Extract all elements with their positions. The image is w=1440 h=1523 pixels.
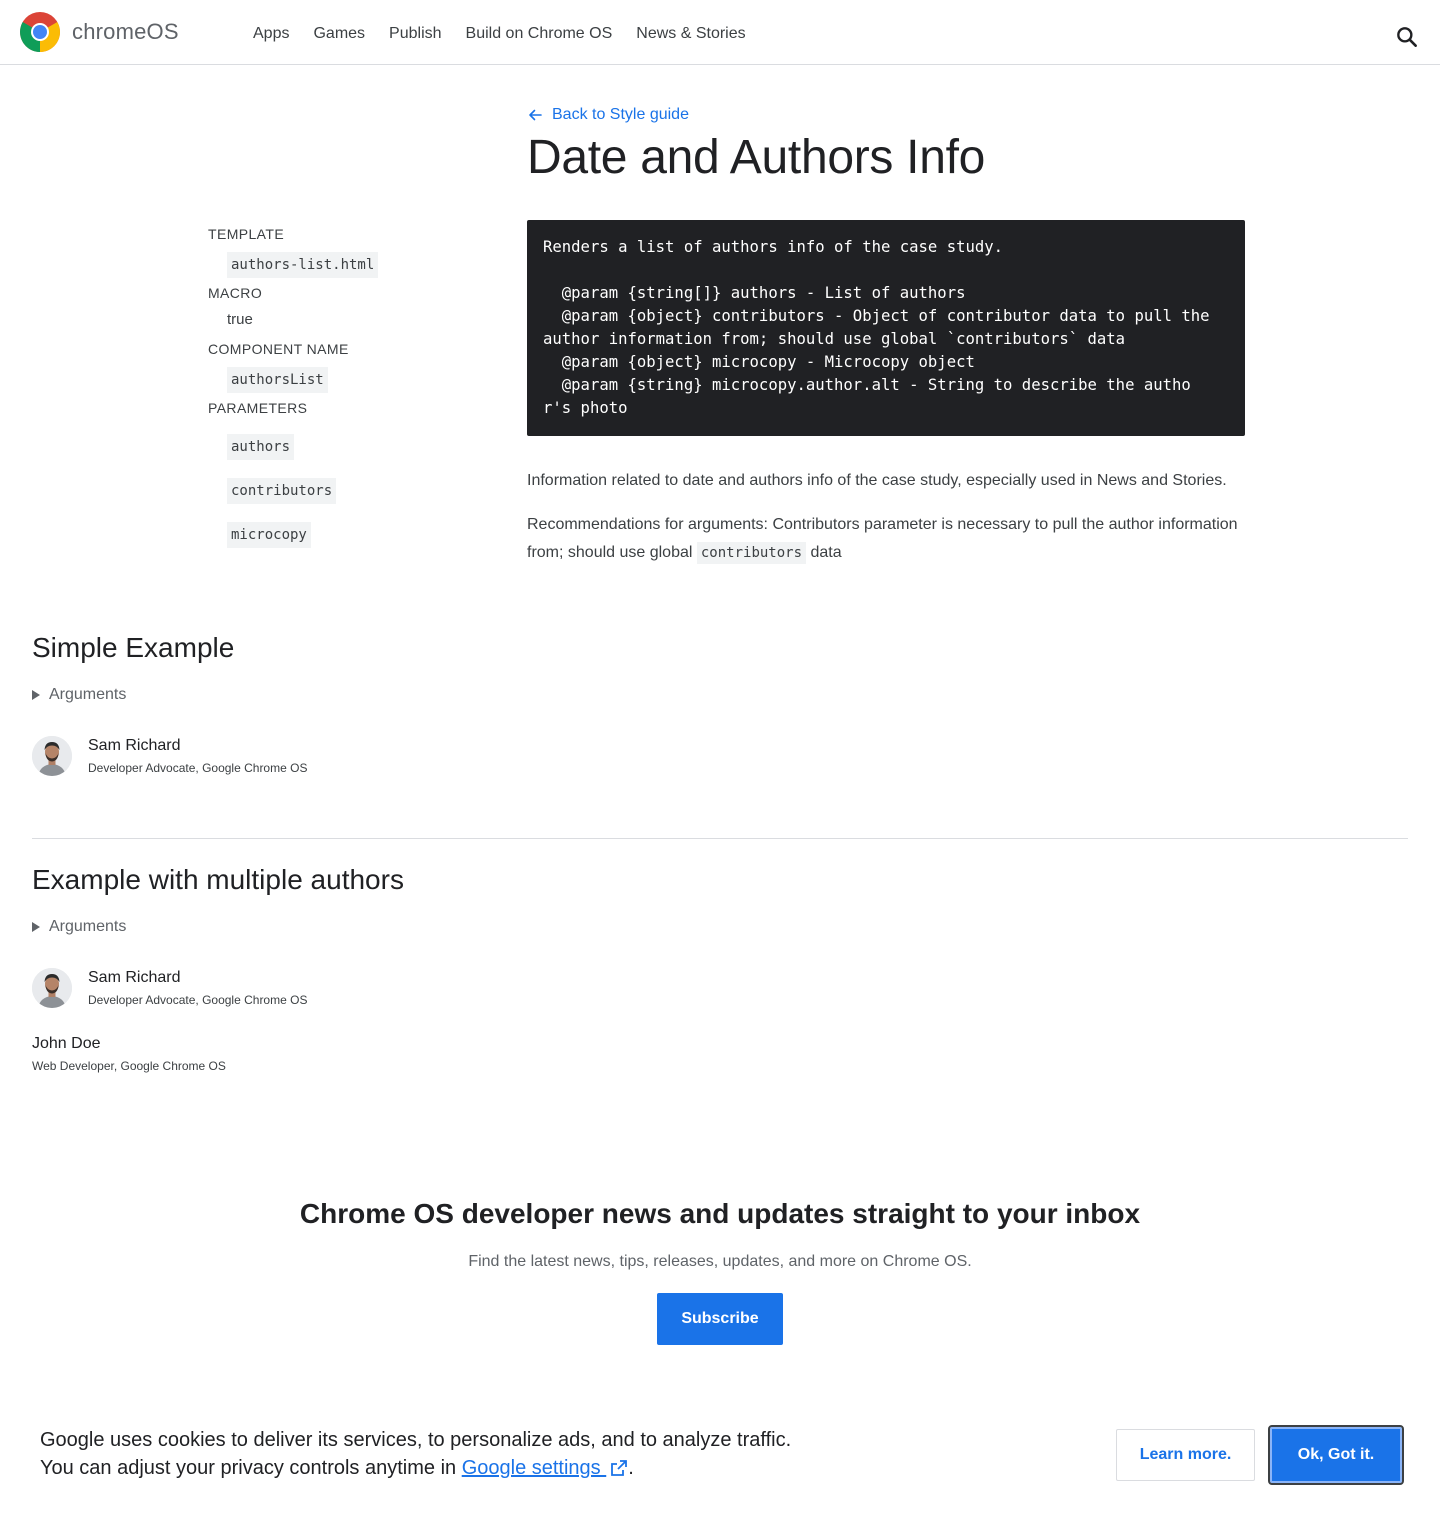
ok-got-it-button[interactable]: Ok, Got it. [1268,1425,1404,1485]
arguments-label: Arguments [49,918,127,935]
parameters-label: PARAMETERS [208,400,308,416]
cookie-notice-period: . [628,1457,634,1479]
component-name-value: authorsList [227,367,328,393]
template-label: TEMPLATE [208,226,285,242]
author-card: John Doe Web Developer, Google Chrome OS [32,1033,226,1075]
author-role: Web Developer, Google Chrome OS [32,1059,226,1073]
author-avatar [32,968,72,1008]
author-avatar [32,736,72,776]
nav-apps[interactable]: Apps [241,22,301,46]
macro-label: MACRO [208,285,263,301]
multiple-authors-title: Example with multiple authors [32,864,404,895]
google-settings-link-label: Google settings [461,1457,607,1479]
simple-example-title: Simple Example [32,632,235,663]
external-link-icon [611,1460,628,1476]
arrow-left-icon [529,109,542,121]
page-title: Date and Authors Info [527,131,986,184]
learn-more-button[interactable]: Learn more. [1116,1429,1255,1481]
author-role: Developer Advocate, Google Chrome OS [88,993,308,1007]
cookie-notice-line2-text: You can adjust your privacy controls any… [40,1457,462,1479]
google-settings-link[interactable]: Google settings [462,1457,629,1479]
component-meta: TEMPLATE authors-list.html MACRO true CO… [208,224,508,548]
parameter-contributors: contributors [227,478,337,504]
cookie-notice-line2: You can adjust your privacy controls any… [40,1454,940,1482]
contributors-inline-code: contributors [696,542,807,564]
nav-build-on-chrome-os[interactable]: Build on Chrome OS [454,22,625,46]
back-link-label: Back to Style guide [552,106,689,123]
main-nav: Apps Games Publish Build on Chrome OS Ne… [241,22,758,46]
subscribe-button[interactable]: Subscribe [657,1293,783,1345]
parameter-microcopy: microcopy [227,522,311,548]
cookie-notice: Google uses cookies to deliver its servi… [40,1426,940,1482]
macro-value: true [227,311,253,328]
arguments-toggle[interactable]: Arguments [32,686,126,704]
doc-code-block: Renders a list of authors info of the ca… [527,220,1245,436]
disclosure-triangle-icon [32,690,40,700]
top-header: chromeOS Apps Games Publish Build on Chr… [0,0,1440,65]
author-role: Developer Advocate, Google Chrome OS [88,761,308,775]
author-card: Sam Richard Developer Advocate, Google C… [32,967,307,1009]
newsletter-title: Chrome OS developer news and updates str… [299,1198,1141,1229]
search-icon[interactable] [1394,24,1420,50]
nav-publish[interactable]: Publish [377,22,453,46]
cookie-notice-line1: Google uses cookies to deliver its servi… [40,1429,792,1451]
arguments-toggle[interactable]: Arguments [32,918,126,936]
chrome-logo-icon [20,12,60,52]
author-name: Sam Richard [88,737,181,754]
back-to-style-guide-link[interactable]: Back to Style guide [527,106,689,124]
disclosure-triangle-icon [32,922,40,932]
arguments-label: Arguments [49,686,127,703]
recommendations-paragraph: Recommendations for arguments: Contribut… [527,511,1267,567]
template-value: authors-list.html [227,252,379,278]
newsletter-subtitle: Find the latest news, tips, releases, up… [468,1253,972,1270]
nav-news-stories[interactable]: News & Stories [624,22,757,46]
component-name-label: COMPONENT NAME [208,341,349,357]
section-divider [32,838,1408,839]
recommendations-text: Recommendations for arguments: Contribut… [527,516,1238,561]
author-card: Sam Richard Developer Advocate, Google C… [32,735,307,777]
parameter-authors: authors [227,434,295,460]
chromeos-logo-link[interactable]: chromeOS [20,12,179,52]
nav-games[interactable]: Games [301,22,377,46]
brand-name: chromeOS [72,19,179,44]
author-name: Sam Richard [88,969,181,986]
author-name: John Doe [32,1035,101,1052]
description-paragraph: Information related to date and authors … [527,472,1227,489]
recommendations-suffix: data [806,544,842,561]
